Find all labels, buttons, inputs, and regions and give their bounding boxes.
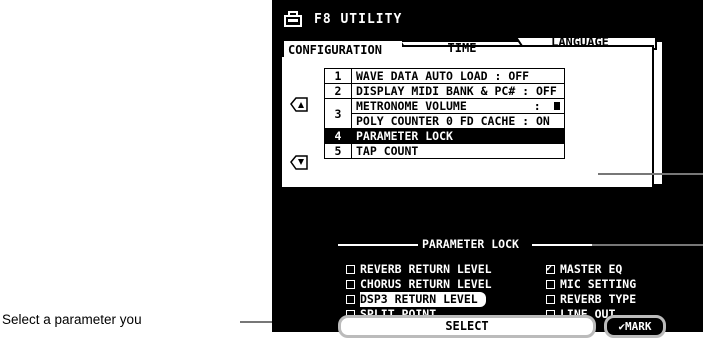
callout-text: Select a parameter you: [2, 312, 142, 327]
tab-configuration[interactable]: CONFIGURATION: [282, 39, 402, 57]
scroll-up-icon[interactable]: [290, 97, 308, 112]
checkbox[interactable]: [346, 280, 355, 289]
config-window: CONFIGURATION TIME LANGUAGE 1 WAVE DATA …: [280, 35, 664, 189]
option-dsp3-return-level[interactable]: DSP3 RETURN LEVEL: [346, 292, 546, 307]
checkbox[interactable]: [346, 265, 355, 274]
table-leader-line: [598, 173, 703, 175]
page-title: F8 UTILITY: [314, 11, 403, 27]
option-reverb-return-level[interactable]: REVERB RETURN LEVEL: [346, 262, 546, 277]
section-leader-line: [592, 244, 703, 246]
title-bar: F8 UTILITY: [284, 8, 402, 30]
parameter-table: 1 WAVE DATA AUTO LOAD : OFF 2 DISPLAY MI…: [324, 68, 565, 159]
option-master-eq[interactable]: MASTER EQ: [546, 261, 703, 277]
checkbox[interactable]: [346, 295, 355, 304]
scroll-down-icon[interactable]: [290, 155, 308, 170]
table-row[interactable]: 1 WAVE DATA AUTO LOAD : OFF: [324, 68, 565, 84]
option-reverb-type[interactable]: REVERB TYPE: [546, 292, 703, 307]
options-grid: REVERB RETURN LEVEL MASTER EQ CHORUS RET…: [346, 261, 703, 322]
tab-time[interactable]: TIME: [412, 39, 512, 57]
table-row[interactable]: 3 METRONOME VOLUME :: [324, 98, 565, 129]
table-row[interactable]: 5 TAP COUNT: [324, 143, 565, 159]
checkbox-checked[interactable]: [546, 261, 555, 276]
section-divider-left: [338, 244, 418, 246]
table-row[interactable]: 2 DISPLAY MIDI BANK & PC# : OFF: [324, 83, 565, 99]
option-mic-setting[interactable]: MIC SETTING: [546, 277, 703, 292]
checkbox[interactable]: [546, 295, 555, 304]
section-title: PARAMETER LOCK: [422, 237, 519, 251]
select-button[interactable]: SELECT: [338, 315, 596, 338]
mark-button[interactable]: ✔MARK: [604, 315, 666, 338]
tab-language[interactable]: LANGUAGE: [520, 33, 640, 51]
section-divider-right: [532, 244, 592, 246]
metronome-level-bar: [553, 102, 560, 110]
checkbox[interactable]: [546, 280, 555, 289]
lcd-screen: F8 UTILITY CONFIGURATION TIME LANGUAGE 1…: [272, 0, 703, 338]
table-row[interactable]: POLY COUNTER 0 FD CACHE : ON: [325, 113, 565, 129]
table-row-selected[interactable]: 4 PARAMETER LOCK: [324, 128, 565, 144]
metronome-value: :: [533, 99, 541, 113]
utility-icon: [284, 11, 302, 27]
option-chorus-return-level[interactable]: CHORUS RETURN LEVEL: [346, 277, 546, 292]
